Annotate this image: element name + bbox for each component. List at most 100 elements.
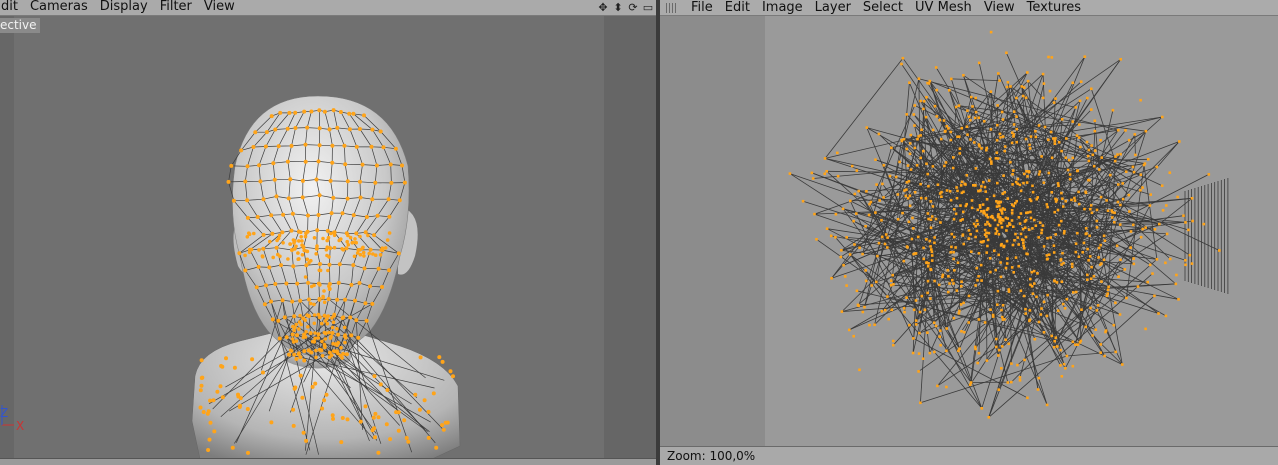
mesh-point [298,313,302,318]
mesh-point [363,230,368,235]
uv-point [905,296,908,299]
maximize-icon[interactable]: ▭ [642,1,654,14]
uv-point [1006,257,1009,260]
uv-point [1016,236,1020,239]
uv-point [1035,295,1038,299]
uv-point [1033,218,1036,222]
menu-view-uv[interactable]: View [977,0,1020,15]
uv-point [1099,243,1102,247]
uv-point [983,228,987,232]
uv-point [1001,318,1005,321]
menu-display[interactable]: Display [93,0,153,14]
uv-point [903,310,906,314]
menu-textures[interactable]: Textures [1020,0,1086,15]
mesh-point [288,177,293,182]
uv-point [845,284,848,287]
mesh-point [332,312,337,317]
uv-point [1174,282,1178,286]
menu-cameras[interactable]: Cameras [23,0,93,14]
uv-point [1053,142,1057,145]
uv-point [964,204,968,208]
uv-point [1090,265,1093,269]
mesh-point [245,215,250,220]
menu-select[interactable]: Select [856,0,908,15]
uv-point [1045,254,1049,257]
mesh-point [308,331,313,336]
uv-point [857,189,860,193]
mesh-point [417,407,422,412]
uv-point [954,105,958,109]
uv-point [1202,222,1206,226]
mesh-point [357,281,362,285]
mesh-point [296,251,300,255]
uv-point [1096,304,1100,307]
uv-point [1100,156,1103,159]
uv-point [999,261,1002,264]
uv-point [1052,244,1056,247]
uv-point [863,305,866,309]
uv-point [919,182,922,186]
menu-layer[interactable]: Layer [808,0,856,15]
uv-point [996,181,999,185]
uv-point [913,146,917,150]
uv-point [931,165,935,168]
mesh-point [295,281,300,286]
menu-edit[interactable]: dit [0,0,23,14]
mesh-point [358,195,363,200]
perspective-viewport[interactable] [0,16,656,459]
mesh-point [426,409,431,414]
uv-point [1070,265,1074,269]
uv-point [1074,242,1078,245]
mesh-point [363,404,368,409]
uv-point [1129,230,1133,233]
mesh-point [344,352,349,357]
mesh-point [273,127,278,132]
uv-point [1036,272,1039,275]
uv-point [1074,106,1077,109]
mesh-point [300,178,305,183]
uv-point [1054,336,1058,339]
uv-point [1011,173,1014,176]
mesh-point [278,254,282,259]
uv-canvas[interactable] [765,16,1278,446]
uv-point [925,238,928,241]
menu-file[interactable]: File [684,0,718,15]
menu-image[interactable]: Image [755,0,808,15]
uv-point [1188,253,1192,257]
uv-point [1074,250,1078,254]
rotate-icon[interactable]: ⟳ [627,1,639,14]
menu-filter[interactable]: Filter [153,0,197,14]
uv-point [788,172,792,175]
uv-point [909,133,913,137]
uv-point [1104,329,1108,332]
mesh-point [320,321,324,326]
uv-point [1026,71,1029,74]
uv-point [1011,183,1014,186]
mesh-point [292,314,297,319]
mesh-point [255,215,260,219]
mesh-point [322,344,327,348]
mesh-point [316,312,321,317]
zoom-icon[interactable]: ⬍ [612,1,624,14]
uv-point [962,74,965,77]
uv-point [1059,259,1062,262]
uv-point [850,164,854,168]
move-icon[interactable]: ✥ [597,1,609,14]
uv-point [950,77,953,81]
menu-uv-mesh[interactable]: UV Mesh [908,0,977,15]
menu-edit-uv[interactable]: Edit [718,0,755,15]
uv-point [1087,159,1091,163]
uv-point [1047,55,1050,59]
mesh-point [317,143,322,148]
uv-point [1010,141,1014,145]
uv-point [937,283,941,287]
menu-view[interactable]: View [197,0,240,14]
uv-point [975,219,979,222]
uv-point [974,110,978,114]
uv-point [858,246,861,250]
grip-icon[interactable] [666,2,678,13]
uv-point [983,185,987,189]
mesh-point [292,328,296,333]
uv-point [926,331,929,334]
mesh-point [237,251,242,256]
